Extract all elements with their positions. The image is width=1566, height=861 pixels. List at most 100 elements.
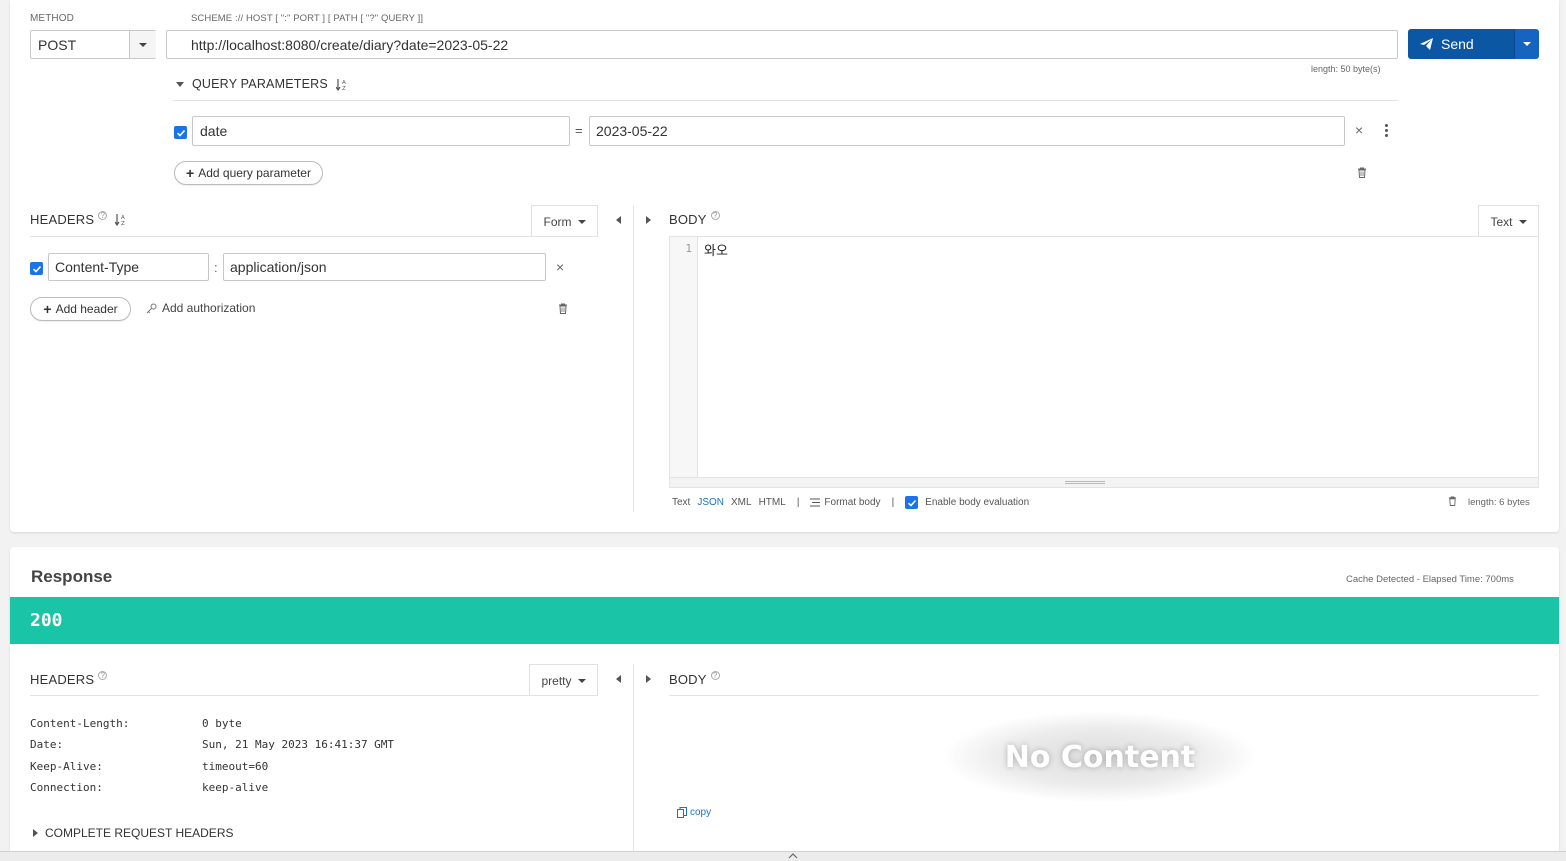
copy-button[interactable]: copy	[677, 807, 711, 818]
help-icon[interactable]: ?	[710, 671, 720, 680]
expand-right-icon[interactable]	[646, 216, 651, 224]
add-query-parameter-button[interactable]: + Add query parameter	[174, 161, 323, 185]
add-header-label: Add header	[55, 302, 118, 316]
add-query-parameter-label: Add query parameter	[198, 166, 311, 180]
toolbar-separator: |	[796, 497, 800, 508]
send-options-button[interactable]	[1514, 29, 1539, 59]
request-header-checkbox[interactable]	[30, 262, 43, 275]
collapse-left-icon[interactable]	[616, 216, 621, 224]
trash-icon[interactable]	[558, 303, 568, 314]
check-icon	[907, 499, 916, 507]
editor-resize-bar[interactable]	[670, 477, 1538, 487]
trash-icon[interactable]	[1357, 167, 1367, 178]
format-text-link[interactable]: Text	[672, 497, 690, 508]
help-icon[interactable]: ?	[710, 211, 720, 220]
response-title: Response	[31, 567, 113, 586]
query-param-value-input[interactable]: 2023-05-22	[589, 116, 1345, 146]
check-icon	[176, 129, 185, 137]
complete-request-headers-label: COMPLETE REQUEST HEADERS	[45, 826, 234, 840]
request-header-name-input[interactable]: Content-Type	[48, 253, 209, 281]
request-headers-heading: HEADERS ? AZ	[30, 211, 127, 227]
query-params-title: QUERY PARAMETERS	[192, 77, 328, 91]
plus-icon: +	[186, 165, 195, 181]
request-headers-mode-dropdown[interactable]: Form	[531, 205, 598, 237]
format-body-button[interactable]: Format body	[810, 497, 881, 508]
sort-az-icon[interactable]: AZ	[115, 213, 127, 226]
help-icon[interactable]: ?	[98, 671, 108, 680]
format-html-link[interactable]: HTML	[759, 497, 786, 508]
query-params-divider	[173, 100, 1398, 101]
request-body-editor[interactable]: 1 와오	[669, 236, 1539, 488]
method-dropdown-toggle[interactable]	[129, 31, 156, 58]
line-number: 1	[685, 242, 692, 255]
response-headers-heading: HEADERS ?	[30, 671, 108, 687]
url-input[interactable]: http://localhost:8080/create/diary?date=…	[166, 30, 1398, 59]
format-xml-link[interactable]: XML	[731, 497, 752, 508]
sort-az-icon[interactable]: AZ	[335, 78, 348, 91]
format-body-label: Format body	[824, 497, 881, 508]
remove-query-param-icon[interactable]: ×	[1355, 122, 1363, 138]
response-headers-title: HEADERS	[30, 672, 95, 687]
response-body-title: BODY	[669, 672, 707, 687]
method-value: POST	[38, 37, 77, 53]
request-body-mode-dropdown[interactable]: Text	[1478, 205, 1539, 237]
toolbar-separator: |	[891, 497, 895, 508]
request-body-content[interactable]: 와오	[704, 240, 728, 259]
help-icon[interactable]: ?	[98, 211, 108, 220]
request-body-mode-label: Text	[1490, 214, 1513, 229]
editor-gutter: 1	[670, 237, 698, 487]
response-headers-table: Content-Length: 0 byte Date: Sun, 21 May 2…	[30, 713, 394, 798]
body-format-toolbar: Text JSON XML HTML | Format body | Enabl…	[672, 496, 1029, 509]
complete-request-headers-toggle[interactable]: COMPLETE REQUEST HEADERS	[33, 826, 233, 840]
chevron-down-icon	[1523, 42, 1531, 46]
body-evaluation-checkbox[interactable]	[905, 496, 919, 509]
format-json-link[interactable]: JSON	[697, 497, 724, 508]
remove-header-icon[interactable]: ×	[556, 259, 564, 275]
expand-right-icon[interactable]	[646, 675, 651, 683]
query-param-name-input[interactable]: date	[192, 116, 570, 146]
chevron-down-icon	[577, 219, 586, 224]
response-headers-mode-dropdown[interactable]: pretty	[529, 664, 598, 696]
copy-label: copy	[690, 807, 712, 818]
more-options-icon[interactable]	[1385, 124, 1388, 137]
query-param-checkbox[interactable]	[174, 126, 187, 139]
response-card	[10, 547, 1559, 861]
send-button-label: Send	[1441, 36, 1474, 52]
response-header-value: timeout=60	[202, 759, 269, 773]
request-body-heading: BODY ?	[669, 211, 720, 227]
add-header-button[interactable]: + Add header	[30, 297, 131, 321]
response-headers-mode-label: pretty	[541, 673, 572, 688]
chevron-down-icon	[1518, 219, 1527, 224]
response-body-heading: BODY ?	[669, 671, 720, 687]
response-header-row: Date: Sun, 21 May 2023 16:41:37 GMT	[30, 734, 394, 755]
request-panel-splitter[interactable]	[633, 205, 634, 512]
response-header-name: Connection:	[30, 780, 103, 794]
query-param-equals: =	[575, 123, 583, 138]
collapse-left-icon[interactable]	[616, 675, 621, 683]
trash-icon[interactable]	[1448, 496, 1457, 506]
no-content-text: No Content	[1004, 739, 1196, 775]
align-lines-icon	[810, 498, 821, 507]
collapse-caret-icon	[176, 81, 184, 87]
no-content-placeholder: No Content	[945, 712, 1255, 802]
add-authorization-button[interactable]: Add authorization	[146, 301, 255, 315]
chevron-down-icon	[139, 42, 147, 47]
url-label: SCHEME :// HOST [ ":" PORT ] [ PATH [ "?…	[191, 13, 424, 24]
response-header-name: Date:	[30, 738, 64, 752]
response-headers-divider	[30, 695, 598, 696]
bottom-panel-bar[interactable]	[0, 851, 1566, 861]
send-button[interactable]: Send	[1408, 29, 1514, 59]
request-headers-mode-label: Form	[543, 214, 572, 229]
method-label: METHOD	[30, 13, 74, 24]
query-params-toggle[interactable]: QUERY PARAMETERS AZ	[176, 77, 348, 91]
response-panel-splitter[interactable]	[633, 664, 634, 851]
method-select[interactable]: POST	[30, 30, 156, 59]
key-icon	[146, 303, 157, 313]
svg-text:Z: Z	[342, 86, 346, 91]
response-body-divider	[669, 695, 1539, 696]
chevron-up-icon[interactable]	[788, 853, 798, 859]
request-body-title: BODY	[669, 212, 707, 227]
response-status-code: 200	[30, 610, 63, 631]
response-header-row: Content-Length: 0 byte	[30, 713, 394, 734]
request-header-value-input[interactable]: application/json	[223, 253, 546, 281]
